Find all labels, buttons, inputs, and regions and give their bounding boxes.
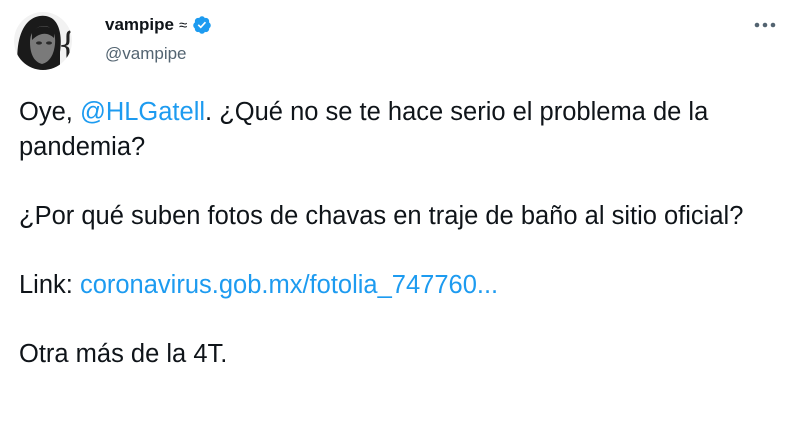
mention-link[interactable]: @HLGatell <box>80 98 205 126</box>
tweet-paragraph-3: Link: coronavirus.gob.mx/fotolia_747760.… <box>19 268 781 303</box>
display-name[interactable]: vampipe <box>105 15 174 35</box>
handle[interactable]: @vampipe <box>105 44 187 64</box>
tweet-paragraph-2: ¿Por qué suben fotos de chavas en traje … <box>19 202 744 230</box>
tweet-text: Oye, @HLGatell. ¿Qué no se te hace serio… <box>19 95 781 372</box>
more-options-button[interactable] <box>750 14 780 36</box>
tweet-header: { vampipe ≈ @vampipe <box>14 12 780 72</box>
tweet-text-span: Oye, <box>19 98 80 126</box>
more-options-icon <box>754 22 776 28</box>
author-name-row[interactable]: vampipe ≈ <box>105 14 212 36</box>
url-link[interactable]: coronavirus.gob.mx/fotolia_747760... <box>80 271 498 299</box>
svg-text:{: { <box>57 25 72 65</box>
tweet-paragraph-4: Otra más de la 4T. <box>19 340 228 368</box>
avatar-image: { <box>14 12 72 70</box>
link-label: Link: <box>19 271 80 299</box>
tweet-paragraph-1: Oye, @HLGatell. ¿Qué no se te hace serio… <box>19 95 781 165</box>
display-name-suffix: ≈ <box>178 16 188 34</box>
verified-badge-icon <box>192 15 212 35</box>
avatar[interactable]: { <box>14 12 72 70</box>
